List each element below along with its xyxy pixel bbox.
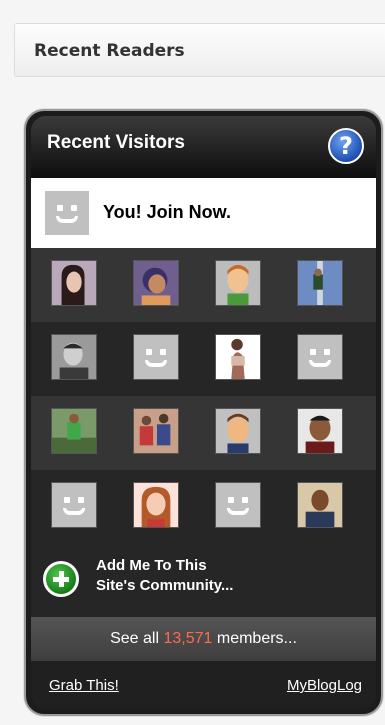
visitor-avatar[interactable] [297,408,343,454]
see-all-prefix: See all [110,630,164,647]
visitor-avatar[interactable] [51,334,97,380]
recent-visitors-widget: Recent Visitors ? You! Join Now. Add Me … [24,109,383,716]
default-avatar-icon[interactable] [51,482,97,528]
see-all-members-link[interactable]: See all 13,571 members... [31,617,376,661]
mybloglog-link[interactable]: MyBlogLog [287,677,362,694]
grab-this-link[interactable]: Grab This! [49,677,119,694]
join-now-row[interactable]: You! Join Now. [31,178,376,248]
visitor-avatar[interactable] [215,260,261,306]
visitor-avatar[interactable] [215,408,261,454]
visitor-avatar[interactable] [215,334,261,380]
add-me-line-2: Site's Community... [96,577,234,594]
visitor-avatar[interactable] [297,482,343,528]
widget-header: Recent Visitors ? [31,116,376,178]
add-me-link[interactable]: Add Me To This Site's Community... [96,556,233,596]
see-all-suffix: members... [212,630,297,647]
widget-title: Recent Visitors [47,132,185,153]
visitor-avatar[interactable] [133,408,179,454]
add-me-row[interactable]: Add Me To This Site's Community... [31,544,376,617]
page: Recent Readers Recent Visitors ? You! Jo… [0,0,385,725]
default-avatar-icon[interactable] [133,334,179,380]
visitor-row [31,396,376,470]
widget-footer: Grab This! MyBlogLog [31,661,376,709]
visitor-avatar[interactable] [133,260,179,306]
add-me-line-1: Add Me To This [96,557,207,574]
visitor-row [31,470,376,544]
visitor-grid [31,248,376,544]
visitor-row [31,322,376,396]
help-icon[interactable]: ? [328,128,364,164]
visitor-avatar[interactable] [51,260,97,306]
visitor-avatar[interactable] [51,408,97,454]
recent-readers-header: Recent Readers [14,23,385,77]
visitor-avatar[interactable] [133,482,179,528]
visitor-row [31,248,376,322]
default-avatar-icon[interactable] [215,482,261,528]
section-title: Recent Readers [34,41,185,61]
visitor-avatar[interactable] [297,260,343,306]
default-avatar-icon[interactable] [297,334,343,380]
member-count: 13,571 [163,630,213,647]
plus-icon[interactable] [43,561,79,597]
default-avatar-icon [45,191,89,235]
join-now-link[interactable]: You! Join Now. [103,202,231,223]
